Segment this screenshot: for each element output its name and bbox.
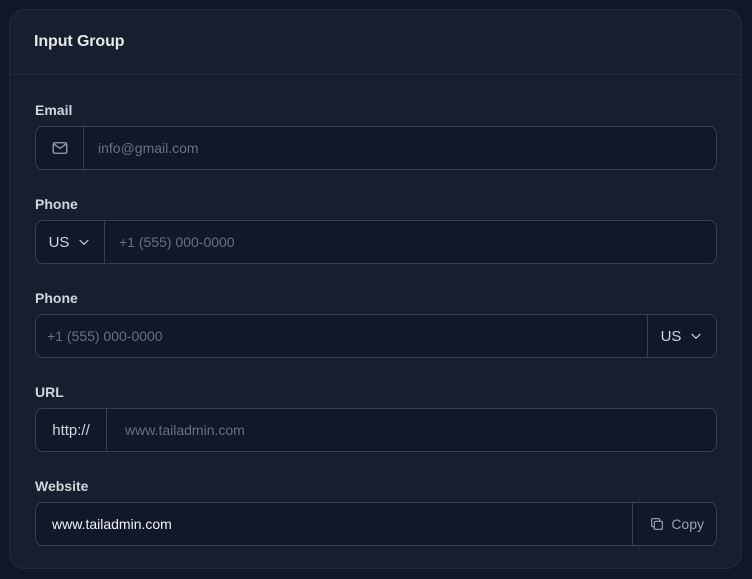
- phone-label-2: Phone: [35, 290, 78, 306]
- country-select-1[interactable]: US: [36, 221, 105, 263]
- country-select-2[interactable]: US: [647, 315, 716, 357]
- email-input-group: [35, 126, 717, 170]
- phone-input-group-2: US: [35, 314, 717, 358]
- email-field-group: Email: [35, 102, 717, 170]
- mail-icon: [36, 127, 84, 169]
- website-input-group: Copy: [35, 502, 717, 546]
- copy-button[interactable]: Copy: [632, 503, 716, 545]
- url-field-group: URL http://: [35, 384, 717, 452]
- phone-label-1: Phone: [35, 196, 78, 212]
- phone-input-1[interactable]: [105, 221, 716, 263]
- card-title: Input Group: [34, 33, 125, 50]
- url-input[interactable]: [107, 409, 716, 451]
- chevron-down-icon: [77, 235, 91, 249]
- website-field-group: Website Copy: [35, 478, 717, 546]
- chevron-down-icon: [689, 329, 703, 343]
- phone-input-group-1: US: [35, 220, 717, 264]
- input-group-card: Input Group Email Phone US: [9, 9, 742, 569]
- phone-input-2[interactable]: [36, 315, 647, 357]
- country-value-1: US: [48, 233, 70, 251]
- email-label: Email: [35, 102, 73, 118]
- website-input[interactable]: [36, 503, 633, 545]
- copy-label: Copy: [671, 516, 704, 532]
- url-label: URL: [35, 384, 64, 400]
- phone-field-group-2: Phone US: [35, 290, 717, 358]
- website-label: Website: [35, 478, 89, 494]
- copy-icon: [649, 516, 665, 532]
- card-header: Input Group: [10, 10, 741, 75]
- email-input[interactable]: [84, 127, 716, 169]
- url-input-group: http://: [35, 408, 717, 452]
- country-value-2: US: [660, 327, 682, 345]
- phone-field-group-1: Phone US: [35, 196, 717, 264]
- url-prefix: http://: [36, 409, 107, 451]
- card-body: Email Phone US: [10, 102, 741, 546]
